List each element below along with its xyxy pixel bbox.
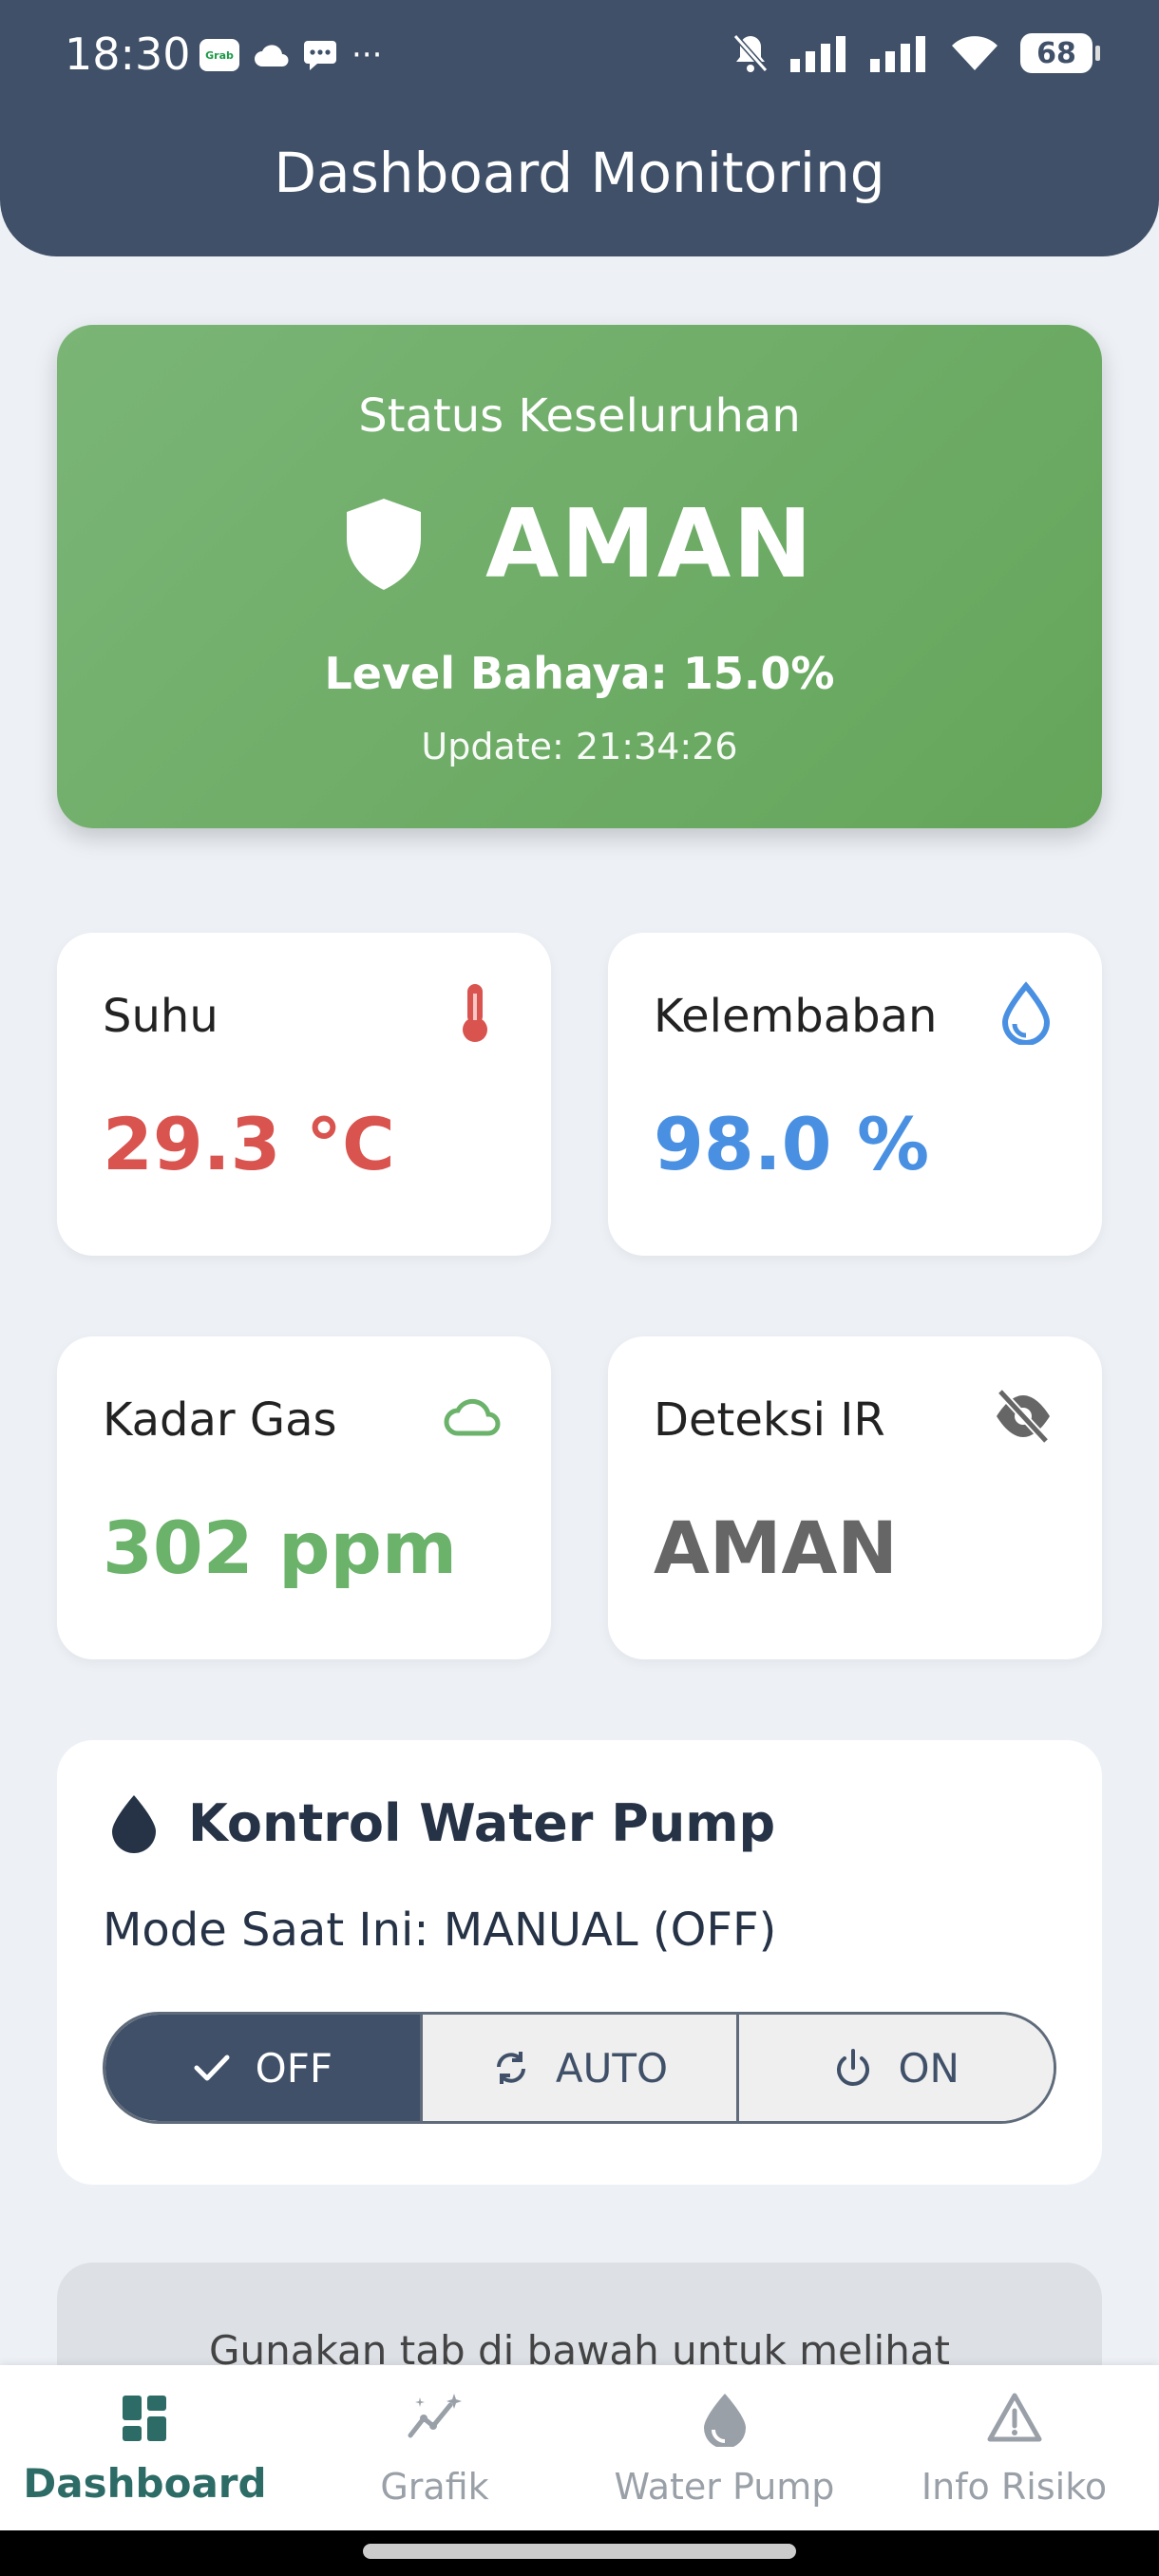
pump-off-label: OFF: [255, 2044, 333, 2092]
sensor-label: Deteksi IR: [654, 1393, 885, 1447]
sensor-card-humidity: Kelembaban 98.0 %: [608, 933, 1102, 1256]
water-drop-nav-icon: [703, 2394, 746, 2447]
page-title: Dashboard Monitoring: [274, 141, 885, 205]
pump-off-button[interactable]: OFF: [105, 2015, 423, 2121]
danger-level: Level Bahaya: 15.0%: [324, 648, 835, 699]
overall-status-card: Status Keseluruhan AMAN Level Bahaya: 15…: [57, 325, 1102, 828]
overall-status-row: AMAN: [57, 488, 1102, 599]
pump-mode-selector: OFF AUTO ON: [103, 2012, 1056, 2124]
last-update: Update: 21:34:26: [421, 726, 738, 767]
cloud-notification-icon: [255, 45, 289, 66]
message-notification-icon: [304, 41, 336, 70]
eye-off-icon: [997, 1388, 1050, 1445]
battery-icon: 68: [1020, 33, 1100, 73]
nav-info-risiko-label: Info Risiko: [921, 2466, 1108, 2508]
nav-water-pump[interactable]: Water Pump: [580, 2365, 869, 2530]
status-time: 18:30: [65, 28, 191, 80]
pump-mode-text: Mode Saat Ini: MANUAL (OFF): [103, 1904, 777, 1957]
signal-1-icon: [790, 36, 846, 72]
sensor-card-ir: Deteksi IR AMAN: [608, 1336, 1102, 1659]
sensor-label: Suhu: [103, 990, 218, 1043]
sensor-card-gas: Kadar Gas 302 ppm: [57, 1336, 551, 1659]
pump-title: Kontrol Water Pump: [188, 1792, 776, 1853]
nav-dashboard-label: Dashboard: [23, 2460, 267, 2507]
dashboard-icon: [122, 2396, 166, 2441]
nav-grafik[interactable]: Grafik: [290, 2365, 580, 2530]
check-icon: [194, 2055, 230, 2081]
bell-off-icon: [732, 34, 769, 72]
overall-status-title: Status Keseluruhan: [358, 389, 801, 443]
pump-auto-label: AUTO: [555, 2044, 669, 2092]
home-indicator[interactable]: [363, 2544, 796, 2559]
water-drop-icon: [112, 1795, 156, 1853]
pump-on-label: ON: [898, 2044, 960, 2092]
warning-icon: [987, 2393, 1041, 2442]
pump-title-row: Kontrol Water Pump: [106, 1791, 775, 1854]
cloud-icon: [444, 1398, 501, 1436]
chart-sparkle-icon: [408, 2394, 462, 2438]
sensor-value: 302 ppm: [103, 1506, 458, 1590]
system-navigation-bar: [0, 2530, 1159, 2576]
sensor-card-temperature: Suhu 29.3 °C: [57, 933, 551, 1256]
power-icon: [837, 2049, 870, 2086]
shield-icon: [347, 498, 421, 590]
notification-icons: Grab ···: [200, 36, 382, 74]
sensor-label: Kadar Gas: [103, 1393, 337, 1447]
sensor-value: 98.0 %: [654, 1102, 930, 1186]
sensor-label: Kelembaban: [654, 990, 938, 1043]
thermometer-icon: [463, 984, 487, 1042]
nav-info-risiko[interactable]: Info Risiko: [869, 2365, 1159, 2530]
droplet-icon: [1001, 981, 1051, 1045]
status-bar: 18:30 Grab ··· 68: [0, 0, 1159, 109]
bottom-navigation: Dashboard Grafik Water Pump Info Risiko: [0, 2365, 1159, 2530]
overall-status-value: AMAN: [485, 488, 814, 599]
app-header: 18:30 Grab ··· 68 Dashboard Monitoring: [0, 0, 1159, 256]
sensor-value: 29.3 °C: [103, 1102, 395, 1186]
pump-control-card: Kontrol Water Pump Mode Saat Ini: MANUAL…: [57, 1740, 1102, 2185]
grab-app-icon: Grab: [200, 39, 239, 71]
wifi-icon: [952, 36, 998, 70]
nav-dashboard[interactable]: Dashboard: [0, 2365, 290, 2530]
signal-2-icon: [870, 36, 925, 72]
more-notifications-icon: ···: [352, 36, 383, 74]
system-icons: 68: [732, 32, 1100, 74]
pump-on-button[interactable]: ON: [739, 2015, 1054, 2121]
nav-grafik-label: Grafik: [380, 2466, 489, 2508]
sensor-value: AMAN: [654, 1506, 898, 1590]
nav-water-pump-label: Water Pump: [614, 2466, 835, 2508]
pump-auto-button[interactable]: AUTO: [422, 2015, 740, 2121]
sync-icon: [496, 2052, 525, 2084]
